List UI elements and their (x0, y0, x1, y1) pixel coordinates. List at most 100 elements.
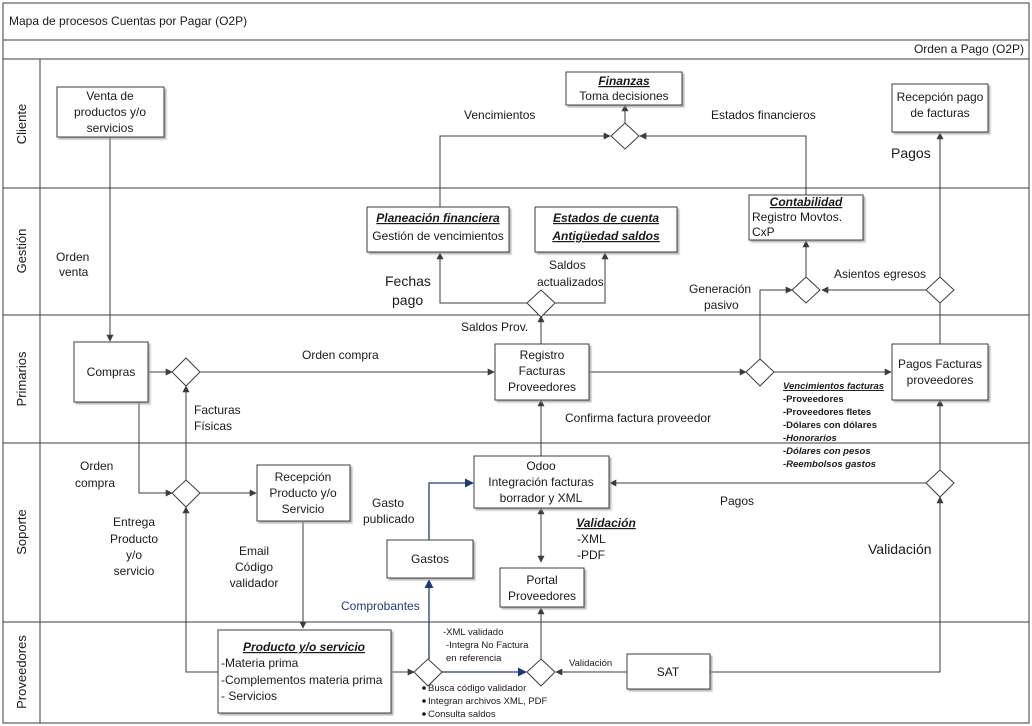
node-producto: Producto y/o servicio -Materia prima -Co… (217, 629, 392, 714)
svg-text:Estados financieros: Estados financieros (711, 108, 816, 122)
svg-text:Gastos: Gastos (411, 552, 449, 566)
node-contabilidad: Contabilidad Registro Movtos. CxP (748, 194, 864, 241)
svg-text:Odoo: Odoo (526, 459, 556, 473)
node-recepcion-pago: Recepción pago de facturas (891, 83, 989, 133)
node-estados-cuenta: Estados de cuenta Antigüedad saldos (534, 206, 678, 253)
node-odoo: Odoo Integración facturas borrador y XML (473, 455, 610, 509)
svg-text:Finanzas: Finanzas (598, 74, 650, 88)
svg-text:Facturas: Facturas (519, 364, 566, 378)
svg-text:y/o: y/o (126, 548, 142, 562)
svg-text:Orden compra: Orden compra (302, 348, 379, 362)
svg-text:Confirma factura proveedor: Confirma factura proveedor (565, 411, 711, 425)
svg-text:-Proveedores: -Proveedores (783, 394, 844, 405)
svg-text:Pagos Facturas: Pagos Facturas (898, 357, 982, 371)
svg-text:Portal: Portal (526, 573, 557, 587)
svg-text:Validación: Validación (576, 516, 636, 530)
node-planeacion: Planeación financiera Gestión de vencimi… (366, 206, 510, 253)
svg-text:Consulta saldos: Consulta saldos (428, 709, 496, 720)
lane-primarios: Primarios (14, 351, 29, 406)
svg-text:pago: pago (392, 292, 423, 308)
svg-text:Recepción pago: Recepción pago (897, 90, 984, 104)
svg-text:SAT: SAT (657, 665, 680, 679)
svg-text:Facturas: Facturas (194, 403, 241, 417)
node-recepcion-producto: Recepción Producto y/o Servicio (256, 464, 351, 522)
svg-text:Recepción: Recepción (275, 470, 332, 484)
svg-text:Servicio: Servicio (282, 502, 325, 516)
svg-text:Generación: Generación (689, 282, 751, 296)
lane-soporte: Soporte (14, 509, 29, 555)
svg-text:Antigüedad saldos: Antigüedad saldos (551, 229, 660, 243)
svg-text:Código: Código (235, 560, 273, 574)
svg-text:Entrega: Entrega (113, 515, 155, 529)
svg-text:de facturas: de facturas (910, 106, 969, 120)
node-gastos: Gastos (386, 539, 474, 579)
svg-text:-Materia prima: -Materia prima (221, 656, 299, 670)
svg-text:Contabilidad: Contabilidad (770, 195, 843, 209)
process-map-diagram: Mapa de procesos Cuentas por Pagar (O2P)… (2, 2, 1030, 724)
svg-text:Proveedores: Proveedores (508, 589, 576, 603)
svg-text:Vencimientos facturas: Vencimientos facturas (783, 381, 884, 392)
svg-text:Saldos Prov.: Saldos Prov. (461, 320, 528, 334)
svg-text:Validación: Validación (868, 541, 932, 557)
svg-text:CxP: CxP (752, 225, 775, 239)
svg-text:Busca código validador: Busca código validador (428, 683, 526, 694)
svg-text:proveedores: proveedores (907, 373, 974, 387)
svg-text:Pagos: Pagos (720, 494, 754, 508)
lane-cliente: Cliente (14, 104, 29, 144)
svg-text:servicios: servicios (87, 121, 134, 135)
svg-text:borrador y XML: borrador y XML (500, 491, 583, 505)
svg-text:publicado: publicado (363, 512, 415, 526)
svg-text:-XML: -XML (577, 532, 606, 546)
diagram-subtitle: Orden a Pago (O2P) (914, 42, 1024, 56)
svg-text:Planeación financiera: Planeación financiera (376, 211, 500, 225)
svg-text:Integración facturas: Integración facturas (488, 475, 593, 489)
svg-text:Vencimientos: Vencimientos (464, 108, 535, 122)
svg-text:Pagos: Pagos (891, 145, 931, 161)
node-sat: SAT (626, 653, 711, 690)
svg-text:Proveedores: Proveedores (508, 380, 576, 394)
svg-text:-Dólares con pesos: -Dólares con pesos (783, 446, 871, 457)
svg-text:-Integra No Factura: -Integra No Factura (446, 640, 529, 651)
svg-text:Fechas: Fechas (385, 273, 431, 289)
svg-text:-Honorarios: -Honorarios (783, 433, 837, 444)
svg-text:Registro Movtos.: Registro Movtos. (752, 210, 842, 224)
node-pagos-facturas: Pagos Facturas proveedores (891, 343, 989, 401)
svg-text:Orden: Orden (56, 250, 89, 264)
node-portal: Portal Proveedores (499, 567, 585, 608)
svg-text:Estados de cuenta: Estados de cuenta (553, 211, 659, 225)
svg-text:Venta de: Venta de (86, 89, 134, 103)
svg-text:Email: Email (239, 544, 269, 558)
svg-text:-PDF: -PDF (577, 548, 605, 562)
svg-text:-Proveedores fletes: -Proveedores fletes (783, 407, 871, 418)
node-compras: Compras (73, 341, 149, 403)
svg-text:Registro: Registro (520, 348, 565, 362)
svg-text:Gestión de vencimientos: Gestión de vencimientos (372, 229, 503, 243)
svg-text:-Complementos materia prima: -Complementos materia prima (221, 673, 383, 687)
svg-text:validador: validador (230, 576, 279, 590)
svg-text:Compras: Compras (87, 365, 136, 379)
svg-text:-Dólares con dólares: -Dólares con dólares (783, 420, 877, 431)
svg-text:Físicas: Físicas (194, 419, 232, 433)
diagram-title: Mapa de procesos Cuentas por Pagar (O2P) (9, 14, 247, 28)
svg-text:compra: compra (75, 476, 115, 490)
svg-text:- Servicios: - Servicios (221, 689, 277, 703)
svg-text:Orden: Orden (80, 459, 113, 473)
svg-text:productos y/o: productos y/o (74, 105, 146, 119)
svg-text:-Reembolsos gastos: -Reembolsos gastos (783, 459, 876, 470)
svg-text:Integran archivos XML, PDF: Integran archivos XML, PDF (428, 696, 548, 707)
lane-proveedores: Proveedores (14, 635, 29, 709)
svg-text:venta: venta (59, 265, 89, 279)
svg-text:Comprobantes: Comprobantes (341, 599, 420, 613)
node-finanzas: Finanzas Toma decisiones (565, 71, 683, 106)
svg-text:Saldos: Saldos (549, 258, 586, 272)
svg-text:Asientos egresos: Asientos egresos (834, 267, 926, 281)
svg-text:-XML validado: -XML validado (443, 627, 503, 638)
svg-text:Gasto: Gasto (372, 496, 404, 510)
node-registro: Registro Facturas Proveedores (494, 343, 590, 401)
svg-text:Producto y/o: Producto y/o (269, 486, 337, 500)
node-venta: Venta de productos y/o servicios (56, 86, 165, 138)
svg-text:Producto: Producto (110, 532, 158, 546)
svg-text:pasivo: pasivo (704, 298, 739, 312)
svg-text:en referencia: en referencia (446, 653, 502, 664)
svg-text:Toma decisiones: Toma decisiones (579, 89, 668, 103)
